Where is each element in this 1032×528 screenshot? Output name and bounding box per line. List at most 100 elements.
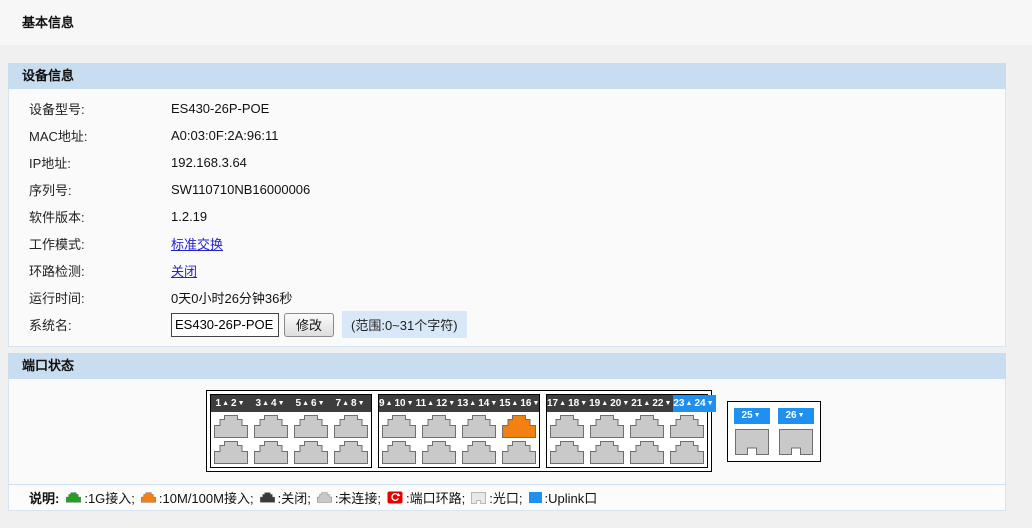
up-triangle-icon: ▲ xyxy=(686,400,693,407)
port-number: 23 xyxy=(673,398,684,409)
info-row-label: 运行时间: xyxy=(9,288,171,307)
down-triangle-icon: ▼ xyxy=(490,400,497,407)
port-number: 16 xyxy=(520,398,531,409)
down-triangle-icon: ▼ xyxy=(407,400,414,407)
port-number: 17 xyxy=(547,398,558,409)
legend-item-text: :10M/100M接入; xyxy=(159,488,254,507)
port-pair-label: 11▲12▼ xyxy=(416,395,458,412)
device-info-body: 设备型号:ES430-26P-POEMAC地址:A0:03:0F:2A:96:1… xyxy=(8,89,1006,347)
info-row: 设备型号:ES430-26P-POE xyxy=(9,95,1005,122)
port-icon-20 xyxy=(590,441,624,464)
port-legend: 说明: :1G接入; :10M/100M接入; :关闭; :未连接; :端口环路; :光口… xyxy=(9,484,1005,510)
info-row-link[interactable]: 标准交换 xyxy=(171,234,223,253)
port-status-body: 1▲2▼3▲4▼5▲6▼7▲8▼9▲10▼11▲12▼13▲14▼15▲16▼1… xyxy=(8,379,1006,511)
up-triangle-icon: ▲ xyxy=(601,400,608,407)
port-icon-7 xyxy=(334,415,368,438)
port-icon-8 xyxy=(334,441,368,464)
port-icon-21 xyxy=(630,415,664,438)
info-row-value: A0:03:0F:2A:96:11 xyxy=(171,128,278,143)
port-group-2: 9▲10▼11▲12▼13▲14▼15▲16▼ xyxy=(378,394,540,468)
port-pair-label: 19▲20▼ xyxy=(589,395,631,412)
copper-ports-box: 1▲2▼3▲4▼5▲6▼7▲8▼9▲10▼11▲12▼13▲14▼15▲16▼1… xyxy=(206,390,712,472)
port-pair-uplink: 23▲24▼ xyxy=(673,395,715,412)
legend-100m-icon xyxy=(141,492,156,503)
up-triangle-icon: ▲ xyxy=(427,400,434,407)
down-triangle-icon: ▼ xyxy=(580,400,587,407)
legend-item-text: :Uplink口 xyxy=(545,488,598,507)
info-row: 软件版本:1.2.19 xyxy=(9,203,1005,230)
legend-item-text: :关闭; xyxy=(278,488,311,507)
port-group-3: 17▲18▼19▲20▼21▲22▼23▲24▼ xyxy=(546,394,708,468)
down-triangle-icon: ▼ xyxy=(318,400,325,407)
port-icon-15 xyxy=(502,415,536,438)
system-name-hint: (范围:0~31个字符) xyxy=(342,311,467,338)
down-triangle-icon: ▼ xyxy=(278,400,285,407)
down-triangle-icon: ▼ xyxy=(707,400,714,407)
info-row-label: 序列号: xyxy=(9,180,171,199)
port-number: 12 xyxy=(436,398,447,409)
uplink-ports-box: 25▼ 26▼ xyxy=(727,401,821,462)
port-pair-label: 13▲14▼ xyxy=(457,395,499,412)
legend-off-icon xyxy=(260,492,275,503)
uplink-port-label-25: 25▼ xyxy=(734,408,770,424)
port-icon-23 xyxy=(670,415,704,438)
down-triangle-icon: ▼ xyxy=(798,412,805,419)
up-triangle-icon: ▲ xyxy=(386,400,393,407)
info-row: MAC地址:A0:03:0F:2A:96:11 xyxy=(9,122,1005,149)
port-icon-24 xyxy=(670,441,704,464)
port-number: 14 xyxy=(478,398,489,409)
info-row-link[interactable]: 关闭 xyxy=(171,261,197,280)
info-row-label: 工作模式: xyxy=(9,234,171,253)
info-row-value: 1.2.19 xyxy=(171,209,207,224)
legend-prefix: 说明: xyxy=(29,488,59,507)
down-triangle-icon: ▼ xyxy=(664,400,671,407)
port-number: 19 xyxy=(589,398,600,409)
legend-items: :1G接入; :10M/100M接入; :关闭; :未连接; :端口环路; :光口; :Up… xyxy=(63,488,600,507)
port-icon-5 xyxy=(294,415,328,438)
port-icon-1 xyxy=(214,415,248,438)
info-row-value: SW110710NB16000006 xyxy=(171,182,310,197)
port-icon-13 xyxy=(462,415,496,438)
page-title: 基本信息 xyxy=(0,0,1032,31)
info-row-label: MAC地址: xyxy=(9,126,171,145)
info-row-label: 软件版本: xyxy=(9,207,171,226)
modify-button[interactable]: 修改 xyxy=(284,313,334,337)
legend-item: :光口; xyxy=(468,488,525,507)
top-bar: 基本信息 xyxy=(0,0,1032,45)
legend-item-text: :端口环路; xyxy=(406,488,465,507)
port-group-header: 9▲10▼11▲12▼13▲14▼15▲16▼ xyxy=(379,395,539,412)
port-number: 4 xyxy=(271,398,277,409)
port-pair-label: 7▲8▼ xyxy=(331,395,371,412)
info-row: 工作模式:标准交换 xyxy=(9,230,1005,257)
port-pair-label: 21▲22▼ xyxy=(631,395,673,412)
port-pair-label: 5▲6▼ xyxy=(291,395,331,412)
system-name-input[interactable] xyxy=(171,313,279,337)
legend-item: :端口环路; xyxy=(384,488,468,507)
legend-item: :1G接入; xyxy=(63,488,138,507)
port-group-body xyxy=(379,412,539,467)
port-group-body xyxy=(547,412,707,467)
up-triangle-icon: ▲ xyxy=(302,400,309,407)
legend-item-text: :1G接入; xyxy=(84,488,135,507)
up-triangle-icon: ▲ xyxy=(469,400,476,407)
info-row-value: ES430-26P-POE xyxy=(171,101,269,116)
port-number: 8 xyxy=(351,398,357,409)
sfp-port-icon-25 xyxy=(735,429,769,455)
port-number: 9 xyxy=(379,398,385,409)
device-info-section: 设备信息 设备型号:ES430-26P-POEMAC地址:A0:03:0F:2A… xyxy=(8,63,1006,347)
port-number: 5 xyxy=(296,398,302,409)
info-row: 序列号:SW110710NB16000006 xyxy=(9,176,1005,203)
legend-item: :关闭; xyxy=(257,488,314,507)
info-row: IP地址:192.168.3.64 xyxy=(9,149,1005,176)
sfp-port-icon-26 xyxy=(779,429,813,455)
port-number: 22 xyxy=(652,398,663,409)
uplink-port-26: 26▼ xyxy=(778,408,814,455)
up-triangle-icon: ▲ xyxy=(342,400,349,407)
port-pair-label: 15▲16▼ xyxy=(499,395,541,412)
port-icon-18 xyxy=(550,441,584,464)
legend-item-text: :未连接; xyxy=(335,488,381,507)
legend-item-text: :光口; xyxy=(489,488,522,507)
legend-fiber-icon xyxy=(471,492,486,504)
info-row-label: 环路检测: xyxy=(9,261,171,280)
port-number: 26 xyxy=(785,410,796,421)
